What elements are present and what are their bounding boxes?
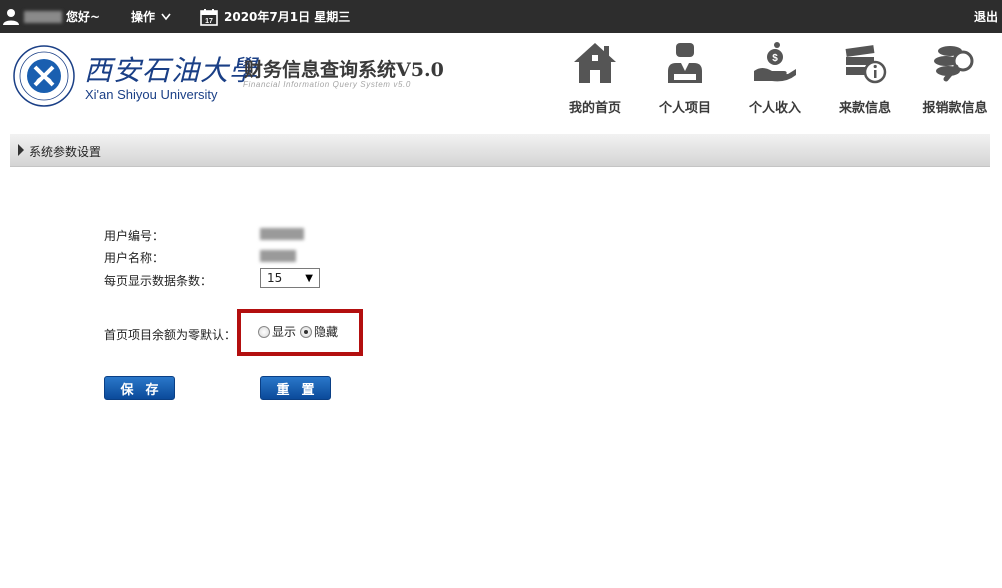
university-name-en: Xi'an Shiyou University (85, 87, 218, 102)
home-icon (574, 43, 616, 83)
money-info-icon (845, 45, 887, 84)
system-title: 财务信息查询系统V5.0 (244, 59, 444, 81)
operations-menu[interactable]: 操作 (131, 0, 171, 33)
header: 西安石油大學 Xi'an Shiyou University 财务信息查询系统V… (0, 33, 1002, 128)
svg-text:$: $ (772, 53, 778, 64)
user-id-label: 用户编号： (104, 229, 165, 243)
radio-hide[interactable] (300, 325, 313, 338)
date-display: 17 2020年7月1日 星期三 (200, 0, 350, 33)
nav-reimbursement-info[interactable]: 报销款信息 (915, 41, 995, 121)
nav-personal-projects-label: 个人项目 (658, 101, 711, 116)
nav-personal-projects[interactable]: 个人项目 (645, 41, 725, 121)
triangle-right-icon (18, 144, 24, 156)
greeting-text: 您好~ (66, 10, 101, 24)
nav-home[interactable]: 我的首页 (555, 41, 635, 121)
zero-balance-label: 首页项目余额为零默认： (104, 328, 237, 342)
system-subtitle: Financial Information Query System v5.0 (243, 80, 411, 89)
nav-home-label: 我的首页 (568, 101, 621, 116)
date-text: 2020年7月1日 星期三 (224, 10, 351, 24)
nav-receipt-info-label: 来款信息 (838, 101, 891, 116)
page-size-label: 每页显示数据条数： (104, 274, 213, 288)
nav-personal-income-label: 个人收入 (748, 101, 801, 116)
income-hand-icon: $ (754, 42, 796, 82)
nav-receipt-info[interactable]: 来款信息 (825, 41, 905, 121)
university-name-cn: 西安石油大學 (84, 54, 259, 87)
save-button[interactable]: 保存 (104, 376, 175, 400)
person-icon (668, 43, 702, 83)
logout-link[interactable]: 退出 (974, 0, 998, 33)
svg-text:17: 17 (205, 18, 213, 25)
user-name-value (260, 250, 296, 262)
nav-reimbursement-info-label: 报销款信息 (922, 101, 988, 116)
calendar-icon: 17 (200, 8, 218, 26)
reset-button[interactable]: 重置 (260, 376, 331, 400)
zero-balance-radio-group: 显示 隐藏 (258, 323, 342, 340)
dropdown-arrow-icon: ▼ (305, 272, 313, 284)
user-name-label: 用户名称： (104, 251, 165, 265)
coin-search-icon (934, 46, 974, 82)
radio-hide-label[interactable]: 隐藏 (314, 323, 338, 340)
user-id-value (260, 228, 304, 240)
user-greeting: 您好~ (24, 0, 100, 33)
section-header: 系统参数设置 (10, 134, 990, 167)
operations-label: 操作 (131, 10, 156, 24)
user-icon (2, 0, 20, 33)
page-size-value: 15 (267, 271, 283, 285)
university-logo-icon (13, 45, 75, 107)
chevron-down-icon (161, 13, 171, 20)
section-title: 系统参数设置 (29, 145, 102, 159)
top-bar: 您好~ 操作 17 2020年7月1日 星期三 退出 (0, 0, 1002, 33)
radio-show-label[interactable]: 显示 (272, 323, 296, 340)
blurred-user-name (24, 10, 62, 23)
page-size-select[interactable]: 15 ▼ (260, 268, 320, 288)
nav-personal-income[interactable]: $ 个人收入 (735, 41, 815, 121)
radio-show[interactable] (258, 325, 270, 338)
